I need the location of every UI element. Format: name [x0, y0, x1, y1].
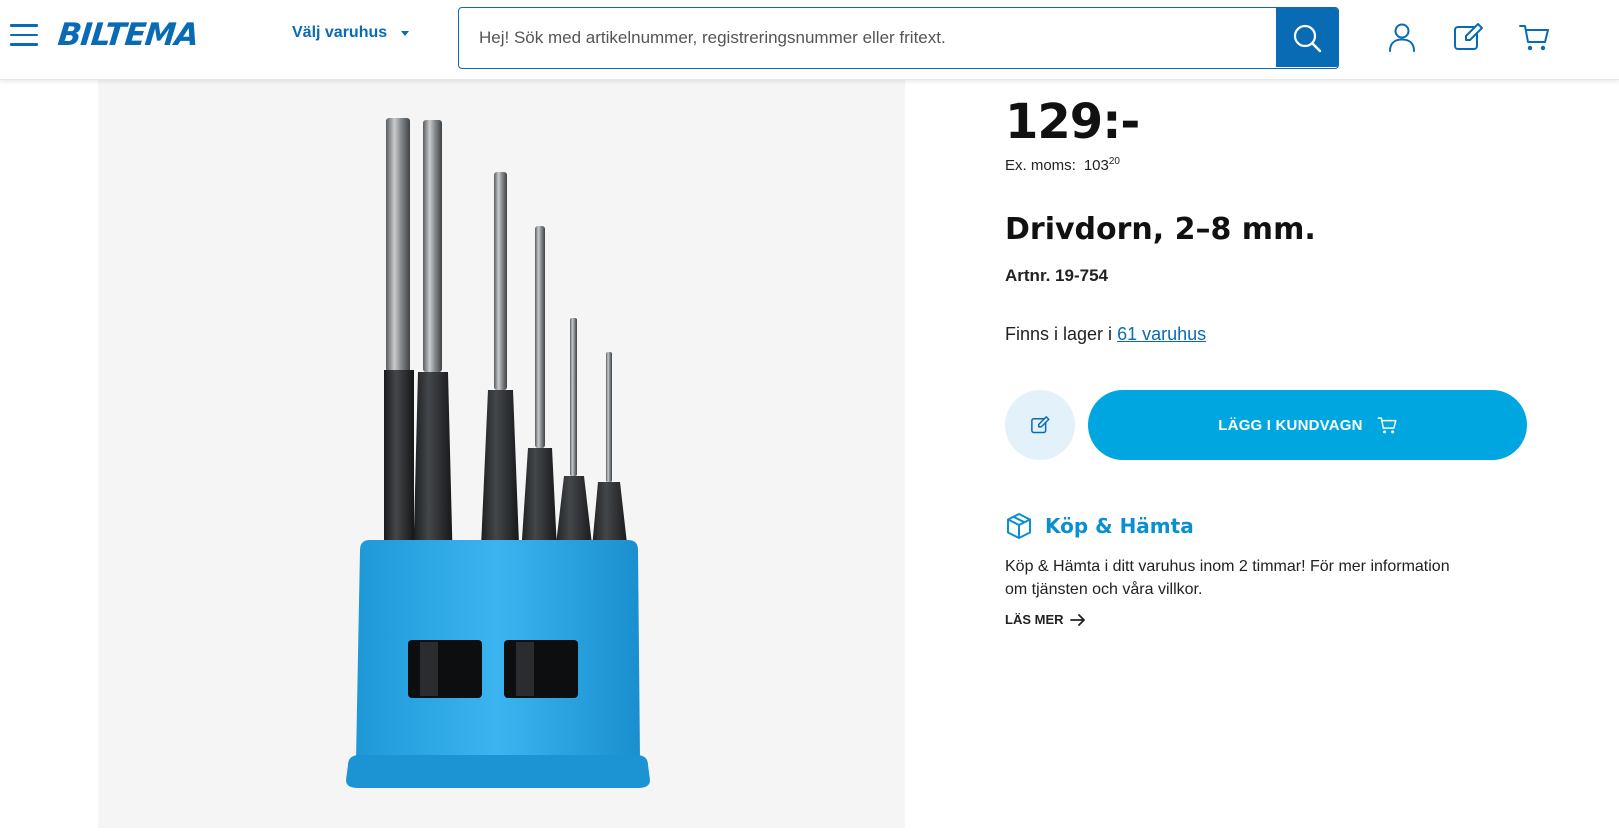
product-image[interactable]	[98, 80, 905, 828]
cart-icon	[1377, 417, 1397, 434]
search-button[interactable]	[1276, 8, 1338, 67]
search-icon	[1293, 24, 1322, 52]
read-more-link[interactable]: LÄS MER	[1005, 612, 1086, 627]
search-bar	[458, 7, 1339, 69]
box-icon	[1007, 513, 1031, 539]
edit-icon[interactable]	[1452, 21, 1484, 53]
stock-status: Finns i lager i 61 varuhus	[1005, 324, 1206, 345]
click-collect-title: Köp & Hämta	[1045, 514, 1194, 538]
ex-vat-value: 103	[1083, 157, 1109, 174]
search-input[interactable]	[459, 8, 1269, 67]
add-to-cart-label: LÄGG I KUNDVAGN	[1218, 416, 1363, 434]
product-price: 129:-	[1005, 94, 1140, 150]
click-collect-text: Köp & Hämta i ditt varuhus inom 2 timmar…	[1005, 558, 1450, 598]
add-to-cart-button[interactable]: LÄGG I KUNDVAGN	[1088, 390, 1527, 460]
store-select-dropdown[interactable]: Välj varuhus	[292, 24, 410, 42]
ex-vat-label: Ex. moms:	[1005, 157, 1076, 174]
ex-vat-decimals: 20	[1108, 156, 1120, 167]
read-more-label: LÄS MER	[1005, 612, 1064, 627]
edit-icon	[1031, 416, 1050, 434]
pin-punch-set-image	[346, 118, 650, 788]
site-header: BILTEMA Välj varuhus	[0, 0, 1619, 80]
stock-prefix: Finns i lager i	[1005, 324, 1113, 344]
caret-down-icon	[401, 30, 410, 36]
article-number: Artnr. 19-754	[1005, 266, 1108, 285]
arrow-right-icon	[1069, 613, 1085, 626]
store-select-label: Välj varuhus	[292, 24, 388, 41]
biltema-logo[interactable]: BILTEMA	[56, 17, 200, 53]
cart-icon[interactable]	[1518, 21, 1550, 53]
product-title: Drivdorn, 2–8 mm.	[1005, 212, 1316, 247]
user-icon[interactable]	[1386, 21, 1418, 53]
stock-stores-link[interactable]: 61 varuhus	[1117, 324, 1206, 344]
price-ex-vat: Ex. moms: 10320	[1005, 156, 1120, 174]
click-collect-header: Köp & Hämta	[1005, 512, 1194, 540]
add-to-list-button[interactable]	[1005, 390, 1075, 460]
menu-icon[interactable]	[10, 24, 38, 50]
